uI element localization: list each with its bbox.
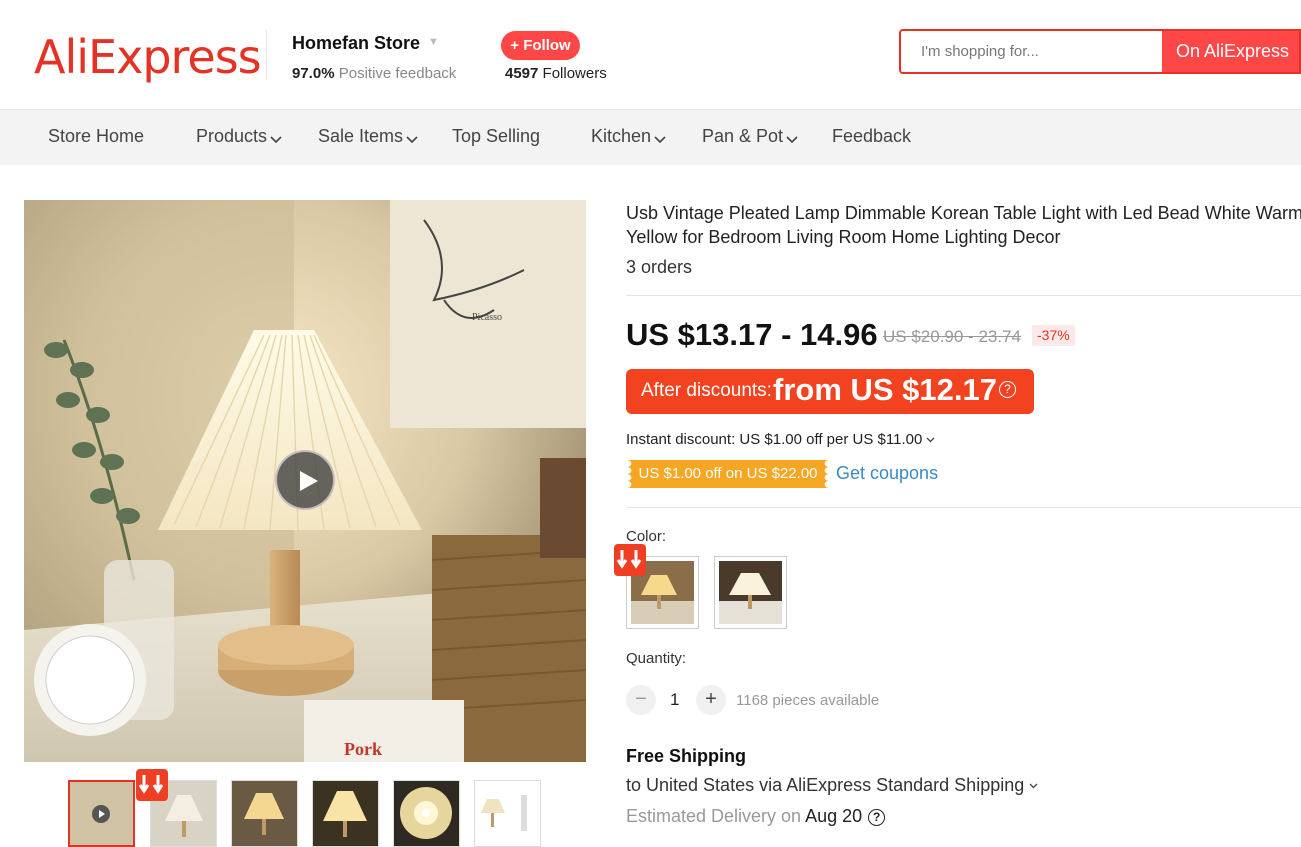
get-coupons-link[interactable]: Get coupons bbox=[836, 463, 938, 484]
estimated-delivery: Estimated Delivery on Aug 20? bbox=[626, 806, 886, 827]
nav-store-home[interactable]: Store Home bbox=[48, 126, 144, 147]
store-header: AliExpress Homefan Store ▼ 97.0% Positiv… bbox=[0, 0, 1301, 110]
quantity-label: Quantity: bbox=[626, 650, 687, 667]
chevron-down-icon bbox=[406, 136, 418, 144]
search-button[interactable]: On AliExpress bbox=[1162, 31, 1299, 72]
discount-badge: -37% bbox=[1032, 325, 1075, 346]
help-icon[interactable]: ? bbox=[999, 381, 1016, 398]
quantity-value[interactable]: 1 bbox=[670, 690, 679, 710]
thumbnail-strip bbox=[68, 769, 548, 847]
color-swatch[interactable] bbox=[714, 556, 787, 629]
product-title-line: Usb Vintage Pleated Lamp Dimmable Korean… bbox=[626, 203, 1301, 223]
chevron-down-icon bbox=[654, 136, 666, 144]
nav-products[interactable]: Products bbox=[196, 126, 282, 147]
feedback-percent: 97.0% bbox=[292, 65, 335, 82]
thumbnail-image bbox=[475, 781, 540, 846]
download-arrows bbox=[138, 775, 164, 794]
nav-label: Pan & Pot bbox=[702, 126, 784, 146]
store-feedback: 97.0% Positive feedback bbox=[292, 65, 456, 82]
nav-kitchen[interactable]: Kitchen bbox=[591, 126, 666, 147]
chevron-down-icon bbox=[1029, 783, 1038, 789]
divider bbox=[626, 507, 1301, 508]
color-label: Color: bbox=[626, 528, 667, 545]
after-discounts-price: from US $12.17 bbox=[773, 372, 997, 407]
chevron-down-icon bbox=[270, 136, 282, 144]
nav-label: Top Selling bbox=[452, 126, 541, 146]
after-discounts-banner: After discounts: from US $12.17 ? bbox=[626, 369, 1034, 414]
stock-available: 1168 pieces available bbox=[736, 692, 880, 709]
thumbnail[interactable] bbox=[231, 780, 298, 847]
video-play-icon[interactable] bbox=[275, 450, 335, 510]
orders-count: 3 orders bbox=[626, 257, 693, 277]
help-icon[interactable]: ? bbox=[868, 809, 886, 826]
nav-label: Feedback bbox=[832, 126, 912, 146]
nav-label: Sale Items bbox=[318, 126, 404, 146]
follow-button[interactable]: + Follow bbox=[501, 31, 580, 60]
svg-text:Picasso: Picasso bbox=[472, 312, 502, 323]
original-price: US $20.90 - 23.74 bbox=[883, 327, 1021, 346]
product-main-image[interactable]: Picasso Pork bbox=[24, 200, 586, 762]
store-name[interactable]: Homefan Store bbox=[292, 33, 420, 54]
thumbnail-image bbox=[70, 782, 133, 845]
download-icon[interactable] bbox=[614, 544, 646, 576]
thumbnail-image bbox=[313, 781, 378, 846]
shipping-title: Free Shipping bbox=[626, 746, 747, 766]
nav-pan-pot[interactable]: Pan & Pot bbox=[702, 126, 798, 147]
thumbnail[interactable] bbox=[474, 780, 541, 847]
product-title-line: Yellow for Bedroom Living Room Home Ligh… bbox=[626, 227, 1061, 247]
aliexpress-logo[interactable]: AliExpress bbox=[34, 30, 262, 84]
thumbnail[interactable] bbox=[312, 780, 379, 847]
thumbnail[interactable] bbox=[68, 780, 135, 847]
thumbnail[interactable] bbox=[393, 780, 460, 847]
coupon-badge[interactable]: US $1.00 off on US $22.00 bbox=[628, 460, 828, 488]
product-title: Usb Vintage Pleated Lamp Dimmable Korean… bbox=[626, 201, 1301, 249]
thumbnail-image bbox=[232, 781, 297, 846]
swatch-image bbox=[719, 561, 782, 624]
search-bar: On AliExpress bbox=[899, 29, 1301, 74]
nav-top-selling[interactable]: Top Selling bbox=[452, 126, 540, 147]
followers-number: 4597 bbox=[505, 65, 539, 82]
header-divider bbox=[266, 30, 267, 80]
quantity-decrease-button[interactable]: − bbox=[626, 685, 656, 715]
nav-sale-items[interactable]: Sale Items bbox=[318, 126, 418, 147]
chevron-down-icon bbox=[927, 437, 935, 443]
chevron-down-icon bbox=[786, 136, 798, 144]
delivery-date: Aug 20 bbox=[805, 806, 863, 826]
nav-label: Products bbox=[196, 126, 268, 146]
followers-count: 4597 Followers bbox=[505, 65, 607, 82]
followers-label: Followers bbox=[542, 65, 607, 82]
shipping-method-text: to United States via AliExpress Standard… bbox=[626, 775, 1025, 795]
instant-discount[interactable]: Instant discount: US $1.00 off per US $1… bbox=[626, 431, 935, 448]
store-dropdown-icon[interactable]: ▼ bbox=[428, 36, 439, 48]
quantity-increase-button[interactable]: + bbox=[696, 685, 726, 715]
nav-label: Kitchen bbox=[591, 126, 652, 146]
search-input[interactable] bbox=[901, 31, 1163, 72]
svg-text:Pork: Pork bbox=[344, 739, 382, 759]
thumbnail-image bbox=[394, 781, 459, 846]
feedback-label: Positive feedback bbox=[338, 65, 457, 82]
download-arrows bbox=[616, 550, 642, 569]
shipping-method[interactable]: to United States via AliExpress Standard… bbox=[626, 775, 1038, 796]
after-discounts-label: After discounts: bbox=[641, 380, 772, 401]
nav-label: Store Home bbox=[48, 126, 145, 146]
nav-feedback[interactable]: Feedback bbox=[832, 126, 911, 147]
divider bbox=[626, 295, 1301, 296]
price-range: US $13.17 - 14.96 bbox=[626, 317, 878, 352]
instant-discount-text: Instant discount: US $1.00 off per US $1… bbox=[626, 431, 923, 448]
estimated-delivery-label: Estimated Delivery on bbox=[626, 806, 802, 826]
store-nav: Store Home Products Sale Items Top Selli… bbox=[0, 110, 1301, 165]
download-icon[interactable] bbox=[136, 769, 168, 801]
